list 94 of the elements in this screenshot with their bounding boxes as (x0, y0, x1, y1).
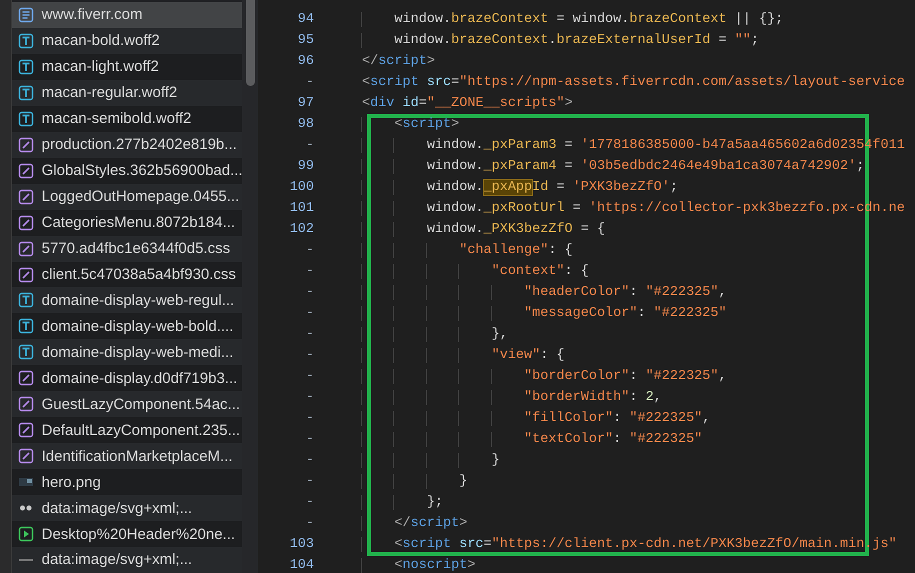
scrollbar-thumb[interactable] (246, 0, 255, 86)
font-file-icon (18, 110, 34, 127)
file-item[interactable]: client.5c47038a5a4bf930.css (12, 262, 242, 288)
code-line: "borderWidth": 2, (524, 390, 662, 405)
font-file-icon (18, 292, 34, 308)
line-number: - (304, 74, 314, 92)
code-line: "context": { (492, 264, 589, 279)
file-item[interactable]: 5770.ad4fbc1e6344f0d5.css (12, 236, 242, 262)
line-number: - (304, 431, 314, 449)
line-number: - (304, 305, 314, 323)
line-number: - (304, 473, 314, 491)
line-number: 104 (288, 557, 314, 573)
line-number: - (304, 137, 314, 155)
line-number: 103 (288, 536, 314, 554)
font-file-icon (18, 58, 34, 75)
line-number: - (304, 347, 314, 365)
line-number: - (304, 263, 314, 281)
font-file-icon (18, 344, 34, 360)
stylesheet-icon (18, 370, 34, 386)
code-line: }; (426, 495, 444, 510)
line-number: - (304, 515, 314, 533)
font-file-icon (18, 318, 34, 334)
stylesheet-icon (18, 240, 34, 257)
stylesheet-icon (18, 162, 34, 179)
line-number: - (304, 368, 314, 386)
document-icon (18, 6, 34, 23)
stylesheet-icon (18, 136, 34, 153)
file-item[interactable]: DefaultLazyComponent.235... (12, 417, 242, 444)
stylesheet-icon (18, 214, 34, 231)
file-item[interactable]: LoggedOutHomepage.0455... (12, 184, 242, 210)
code-line: "messageColor": "#222325" (524, 306, 727, 321)
file-item[interactable]: macan-regular.woff2 (12, 80, 242, 106)
file-item[interactable]: macan-bold.woff2 (12, 28, 242, 54)
code-line: window.brazeContext = window.brazeContext || {}; (394, 12, 784, 27)
line-number: - (304, 284, 314, 302)
file-item[interactable]: domaine-display-web-bold.... (12, 313, 242, 340)
file-item[interactable]: macan-light.woff2 (12, 54, 242, 80)
code-line: </script> (394, 516, 468, 531)
code-line: <script> (394, 117, 460, 132)
code-line: window._pxAppId = 'PXK3bezZfO'; (426, 180, 678, 195)
line-number: 100 (288, 179, 314, 197)
line-number: 101 (288, 200, 314, 218)
line-number: 94 (296, 11, 314, 29)
code-line: window._PXK3bezZfO = { (426, 222, 606, 237)
stylesheet-icon (18, 396, 34, 412)
file-item[interactable]: IdentificationMarketplaceM... (12, 443, 242, 470)
code-line: "challenge": { (459, 243, 573, 258)
stylesheet-icon (18, 188, 34, 205)
line-icon (18, 558, 34, 561)
line-number: - (304, 242, 314, 260)
line-number: 98 (296, 116, 314, 134)
line-number: 96 (296, 53, 314, 71)
code-line: window.brazeContext.brazeExternalUserId = ""; (394, 33, 760, 48)
code-line: window._pxParam4 = '03b5edbdc2464e49ba1ca3074a742902'; (426, 159, 864, 174)
code-line: }, (492, 327, 508, 342)
play-icon (18, 526, 34, 542)
line-number: 95 (296, 32, 314, 50)
line-number: 99 (296, 158, 314, 176)
line-number: - (304, 494, 314, 512)
stylesheet-icon (18, 448, 34, 464)
code-line: </script> (362, 54, 435, 69)
file-item[interactable]: GuestLazyComponent.54ac... (12, 391, 242, 418)
line-number: - (304, 410, 314, 428)
file-item[interactable]: data:image/svg+xml;... (12, 547, 242, 573)
code-line: "textColor": "#222325" (524, 432, 702, 447)
file-item[interactable]: www.fiverr.com (12, 2, 242, 28)
line-number: 102 (288, 221, 314, 239)
code-line: } (492, 453, 500, 468)
code-line: <div id="__ZONE__scripts"> (362, 96, 573, 111)
line-number: - (304, 326, 314, 344)
file-item[interactable]: production.277b2402e819b... (12, 132, 242, 158)
line-number: - (304, 389, 314, 407)
code-line: <script src="https://npm-assets.fiverrcdn.com/assets/layout-service (362, 75, 905, 90)
stylesheet-icon (18, 422, 34, 438)
file-item[interactable]: macan-semibold.woff2 (12, 106, 242, 132)
code-line: "fillColor": "#222325", (524, 411, 710, 426)
code-line: "view": { (492, 348, 565, 363)
font-file-icon (18, 32, 34, 49)
code-line: "borderColor": "#222325", (524, 369, 727, 384)
code-line: <noscript> (394, 558, 476, 573)
file-item[interactable]: CategoriesMenu.8072b184... (12, 210, 242, 236)
file-item[interactable]: domaine-display-web-medi... (12, 339, 242, 366)
font-file-icon (18, 84, 34, 101)
file-item[interactable]: Desktop%20Header%20ne... (12, 521, 242, 548)
file-item[interactable]: domaine-display.d0df719b3... (12, 365, 242, 392)
code-line: "headerColor": "#222325", (524, 285, 727, 300)
file-item[interactable]: GlobalStyles.362b56900bad... (12, 158, 242, 184)
stylesheet-icon (18, 266, 34, 282)
file-item[interactable]: domaine-display-web-regul... (12, 287, 242, 314)
file-item[interactable]: data:image/svg+xml;... (12, 495, 242, 522)
code-line: } (459, 474, 468, 489)
line-number: - (304, 452, 314, 470)
file-item[interactable]: hero.png (12, 469, 242, 496)
line-number: 97 (296, 95, 314, 113)
